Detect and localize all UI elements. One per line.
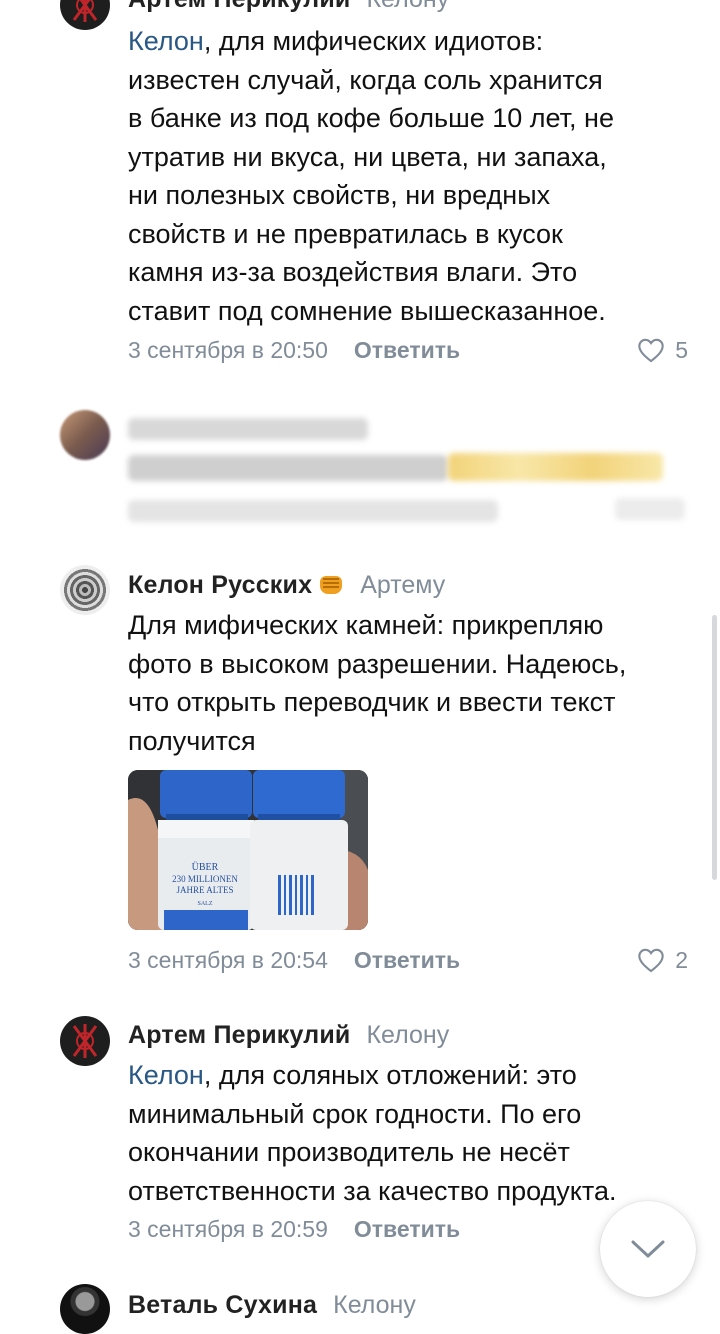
comment-meta: 3 сентября в 20:59 Ответить [128, 1212, 460, 1246]
reply-button[interactable]: Ответить [354, 947, 460, 974]
photo-label-line: JAHRE ALTES [177, 885, 234, 895]
avatar[interactable] [60, 0, 110, 30]
comment-header: Веталь Сухина Келону [128, 1288, 416, 1322]
reply-to-name[interactable]: Келону [366, 0, 449, 14]
avatar [60, 410, 110, 460]
author-name[interactable]: Веталь Сухина [128, 1291, 317, 1320]
comment-text: Для мифических камней: прикрепляю фото в… [128, 610, 627, 756]
comment-date[interactable]: 3 сентября в 20:59 [128, 1216, 328, 1243]
like-count: 2 [675, 946, 688, 973]
mention-link[interactable]: Келон [128, 26, 204, 56]
heart-outline-icon [638, 948, 664, 973]
author-name[interactable]: Артем Перикулий [128, 1021, 350, 1050]
avatar[interactable] [60, 1284, 110, 1334]
author-name[interactable]: Артем Перикулий [128, 0, 350, 14]
heart-outline-icon [638, 338, 664, 363]
comment-header: Артем Перикулий Келону [128, 0, 449, 16]
comment-header: Артем Перикулий Келону [128, 1018, 449, 1052]
mention-link[interactable]: Келон [128, 1060, 204, 1090]
blurred-meta [128, 500, 498, 522]
comment-text: Келон, для мифических идиотов: известен … [128, 26, 614, 326]
blurred-text [128, 455, 448, 481]
photo-label-line: ÜBER [192, 861, 219, 873]
reply-button[interactable]: Ответить [354, 337, 460, 364]
chevron-down-icon [631, 1240, 665, 1258]
attached-photo[interactable]: ÜBER 230 MILLIONEN JAHRE ALTES SALZ [128, 770, 368, 930]
fist-emoji-icon [318, 574, 344, 596]
blurred-emoji [448, 453, 663, 481]
reply-to-name[interactable]: Келону [366, 1021, 449, 1050]
comment-date[interactable]: 3 сентября в 20:50 [128, 337, 328, 364]
author-name[interactable]: Келон Русских [128, 571, 312, 600]
avatar[interactable] [60, 1016, 110, 1066]
comment-date[interactable]: 3 сентября в 20:54 [128, 947, 328, 974]
comment-meta: 3 сентября в 20:50 Ответить [128, 333, 460, 367]
reply-button[interactable]: Ответить [354, 1216, 460, 1243]
scrollbar[interactable] [712, 615, 717, 880]
comment-text: Келон, для соляных отложений: это минима… [128, 1060, 617, 1206]
scroll-down-button[interactable] [600, 1201, 696, 1297]
reply-to-name[interactable]: Артему [360, 571, 445, 600]
blurred-name [128, 418, 368, 440]
comment-header: Келон Русских Артему [128, 568, 445, 602]
avatar[interactable] [60, 565, 110, 615]
blurred-like [615, 498, 685, 520]
like-button[interactable]: 5 [637, 333, 688, 367]
comment-meta: 3 сентября в 20:54 Ответить [128, 943, 460, 977]
like-button[interactable]: 2 [637, 943, 688, 977]
like-count: 5 [675, 336, 688, 363]
photo-label-line: 230 MILLIONEN [172, 874, 238, 884]
reply-to-name[interactable]: Келону [333, 1291, 416, 1320]
photo-label-line: SALZ [198, 901, 213, 907]
